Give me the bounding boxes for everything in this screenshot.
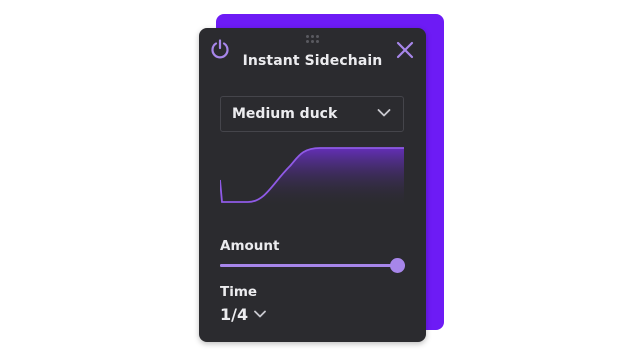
preset-dropdown[interactable]: Medium duck	[220, 96, 404, 132]
panel-title: Instant Sidechain	[242, 53, 383, 69]
chevron-down-icon	[254, 310, 267, 317]
amount-slider-thumb[interactable]	[389, 258, 405, 273]
amount-label: Amount	[220, 238, 280, 254]
instant-sidechain-panel: Instant Sidechain Medium duck Amount Tim…	[199, 28, 426, 342]
drag-handle-icon[interactable]	[306, 35, 320, 45]
amount-slider[interactable]	[220, 258, 405, 274]
amount-slider-fill	[220, 264, 398, 267]
time-label: Time	[220, 284, 258, 300]
time-value: 1/4	[220, 305, 249, 324]
sidechain-envelope-graph	[220, 147, 404, 206]
preset-selected-value: Medium duck	[232, 106, 338, 122]
time-dropdown[interactable]: 1/4	[220, 305, 267, 324]
chevron-down-icon	[377, 109, 391, 117]
